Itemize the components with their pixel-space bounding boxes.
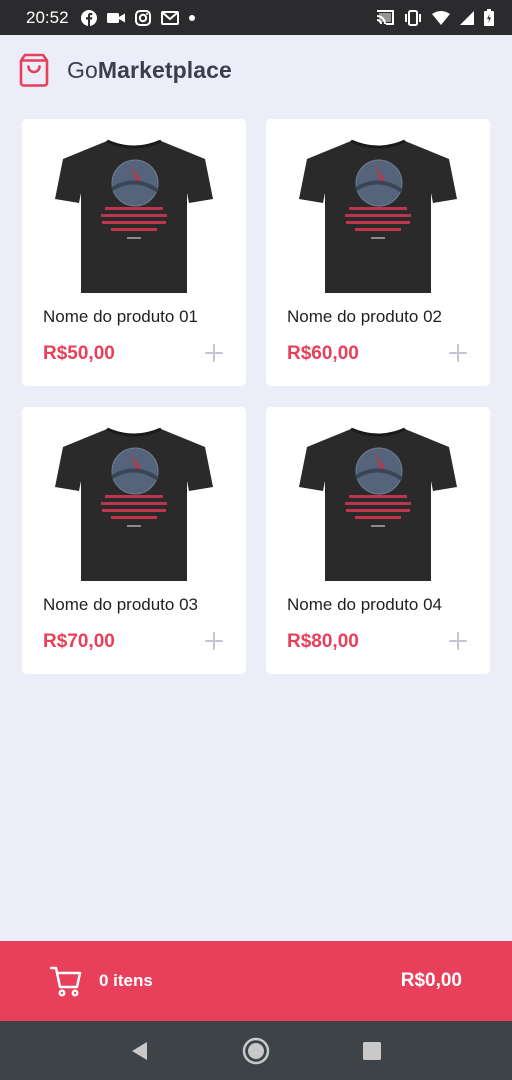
product-price: R$50,00 [43, 343, 115, 364]
back-triangle-icon [132, 1041, 147, 1060]
plus-icon[interactable] [204, 343, 224, 363]
cart-total: R$0,00 [400, 970, 462, 991]
status-time: 20:52 [26, 7, 69, 27]
product-grid: Nome do produto 01 R$50,00 Nome do produ… [22, 119, 490, 674]
app-screen: 20:52 GoMarketplace Nome do produto 01 R… [0, 0, 512, 1080]
plus-icon[interactable] [448, 631, 468, 651]
shopping-cart-icon [50, 966, 82, 997]
gmail-icon [160, 10, 179, 25]
plus-icon[interactable] [204, 631, 224, 651]
product-price: R$80,00 [287, 631, 359, 652]
brand-prefix: Go [67, 56, 98, 83]
product-price: R$60,00 [287, 343, 359, 364]
wifi-icon [432, 10, 450, 25]
product-title: Nome do produto 04 [287, 595, 442, 614]
recents-button[interactable] [358, 1037, 386, 1065]
product-card[interactable]: Nome do produto 01 R$50,00 [22, 119, 246, 386]
back-button[interactable] [126, 1037, 154, 1065]
tshirt-product-image [299, 427, 457, 581]
home-button[interactable] [242, 1037, 270, 1065]
product-price: R$70,00 [43, 631, 115, 652]
system-navigation-bar [0, 1021, 512, 1080]
product-title: Nome do produto 02 [287, 307, 442, 326]
app-brand: GoMarketplace [67, 57, 232, 84]
product-card[interactable]: Nome do produto 04 R$80,00 [266, 407, 490, 674]
notification-icons [80, 9, 195, 26]
battery-icon [484, 9, 494, 26]
more-notifications-dot-icon [188, 14, 195, 21]
tshirt-product-image [55, 427, 213, 581]
cart-item-count: 0 itens [99, 971, 153, 990]
instagram-icon [134, 9, 151, 26]
tshirt-product-image [299, 139, 457, 293]
product-card[interactable]: Nome do produto 02 R$60,00 [266, 119, 490, 386]
cast-icon [376, 10, 394, 25]
video-camera-icon [106, 12, 125, 23]
plus-icon[interactable] [448, 343, 468, 363]
system-icons [376, 9, 494, 26]
product-title: Nome do produto 03 [43, 595, 198, 614]
app-header: GoMarketplace [0, 35, 512, 105]
product-title: Nome do produto 01 [43, 307, 198, 326]
cell-signal-icon [460, 10, 474, 25]
status-bar: 20:52 [0, 0, 512, 35]
brand-suffix: Marketplace [97, 56, 232, 83]
tshirt-product-image [55, 139, 213, 293]
recents-square-icon [363, 1041, 381, 1060]
shopping-bag-icon [19, 53, 49, 87]
home-circle-icon [242, 1037, 270, 1064]
vibrate-icon [405, 9, 421, 26]
cart-summary-bar[interactable]: 0 itens R$0,00 [0, 941, 512, 1021]
product-card[interactable]: Nome do produto 03 R$70,00 [22, 407, 246, 674]
facebook-icon [80, 9, 97, 26]
